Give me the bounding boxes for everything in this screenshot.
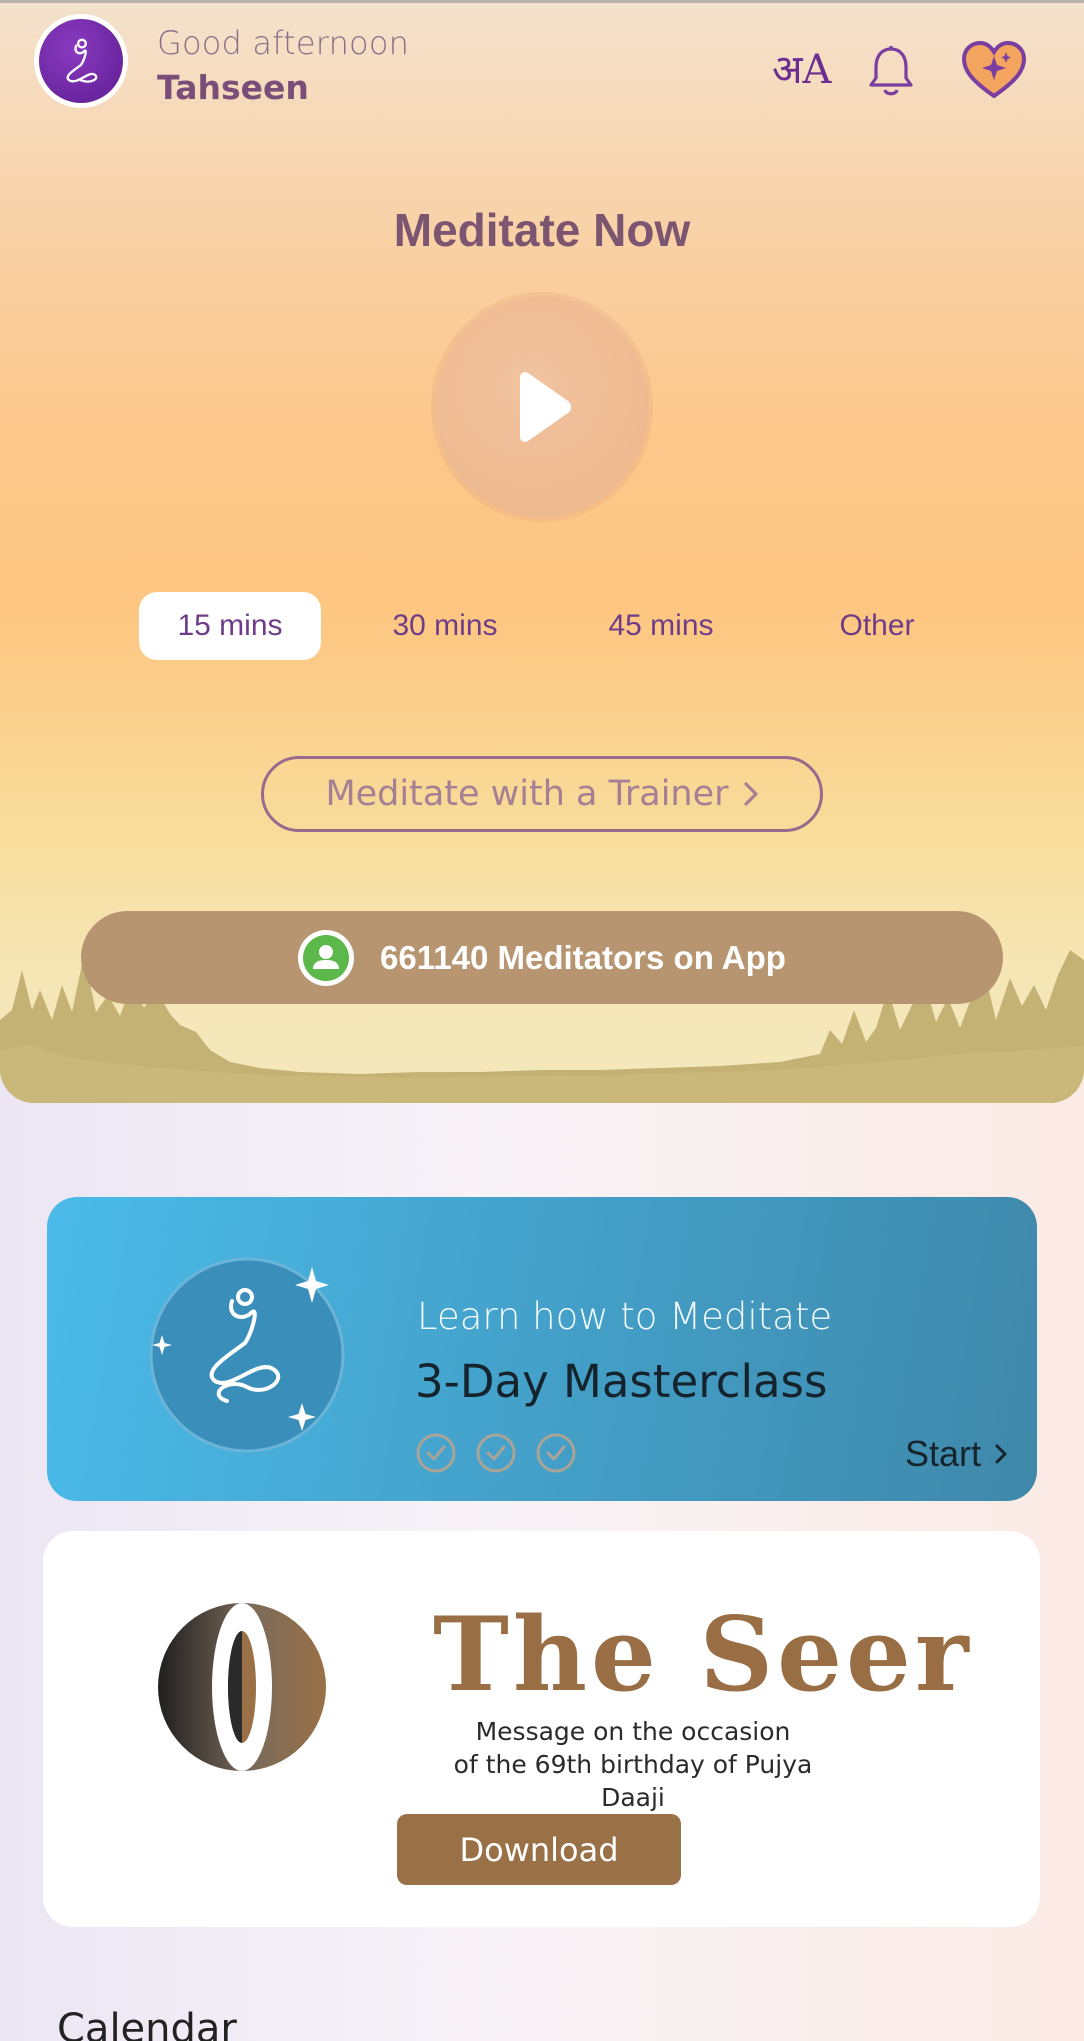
duration-option-15[interactable]: 15 mins [139,592,321,660]
meditate-with-trainer-button[interactable]: Meditate with a Trainer [261,756,823,832]
seer-message-line-2: of the 69th birthday of Pujya Daaji [453,1750,813,1812]
masterclass-start-button[interactable]: Start [905,1433,1007,1475]
seer-message-line-1: Message on the occasion [475,1717,791,1746]
day-2-check-icon [476,1433,516,1473]
masterclass-subtitle: Learn how to Meditate [417,1295,833,1338]
play-icon [520,372,571,442]
user-name: Tahseen [157,68,309,107]
duration-selector: 15 mins 30 mins 45 mins Other [0,592,1084,662]
day-3-check-icon [536,1433,576,1473]
seer-title: The Seer [433,1595,973,1715]
the-seer-card[interactable]: The Seer Message on the occasion of the … [43,1531,1040,1927]
day-1-check-icon [416,1433,456,1473]
avatar[interactable] [34,14,128,108]
duration-option-45[interactable]: 45 mins [570,592,752,660]
meditators-count-text: 661140 Meditators on App [380,938,786,976]
status-divider [0,0,1084,3]
bell-icon [869,46,913,96]
notifications-button[interactable] [862,40,920,102]
meditators-count-bar: 661140 Meditators on App [81,911,1003,1004]
greeting-text: Good afternoon [157,24,410,62]
meditator-logo-icon [149,1257,345,1453]
calendar-heading: Calendar [57,2006,237,2041]
masterclass-title: 3-Day Masterclass [415,1355,828,1408]
chevron-right-icon [995,1444,1007,1464]
meditate-title: Meditate Now [393,204,691,256]
play-button[interactable] [435,296,649,518]
favorites-button[interactable] [958,36,1030,104]
chevron-right-icon [743,782,758,806]
download-button[interactable]: Download [397,1814,681,1885]
duration-option-other[interactable]: Other [786,592,968,660]
trainer-button-label: Meditate with a Trainer [325,774,729,814]
masterclass-progress [415,1432,577,1474]
heartfulness-logo-icon [39,19,123,103]
meditate-hero: Good afternoon Tahseen अA Meditate Now 1… [0,0,1084,1103]
start-label: Start [904,1433,981,1474]
online-users-icon [298,929,355,986]
language-button[interactable]: अA [770,40,840,102]
heart-sparkle-icon [961,40,1027,99]
language-switch-icon: अA [772,47,833,93]
duration-option-30[interactable]: 30 mins [354,592,536,660]
svg-text:अA: अA [772,47,833,93]
seer-message: Message on the occasion of the 69th birt… [423,1715,843,1814]
masterclass-card[interactable]: Learn how to Meditate 3-Day Masterclass … [47,1197,1037,1501]
